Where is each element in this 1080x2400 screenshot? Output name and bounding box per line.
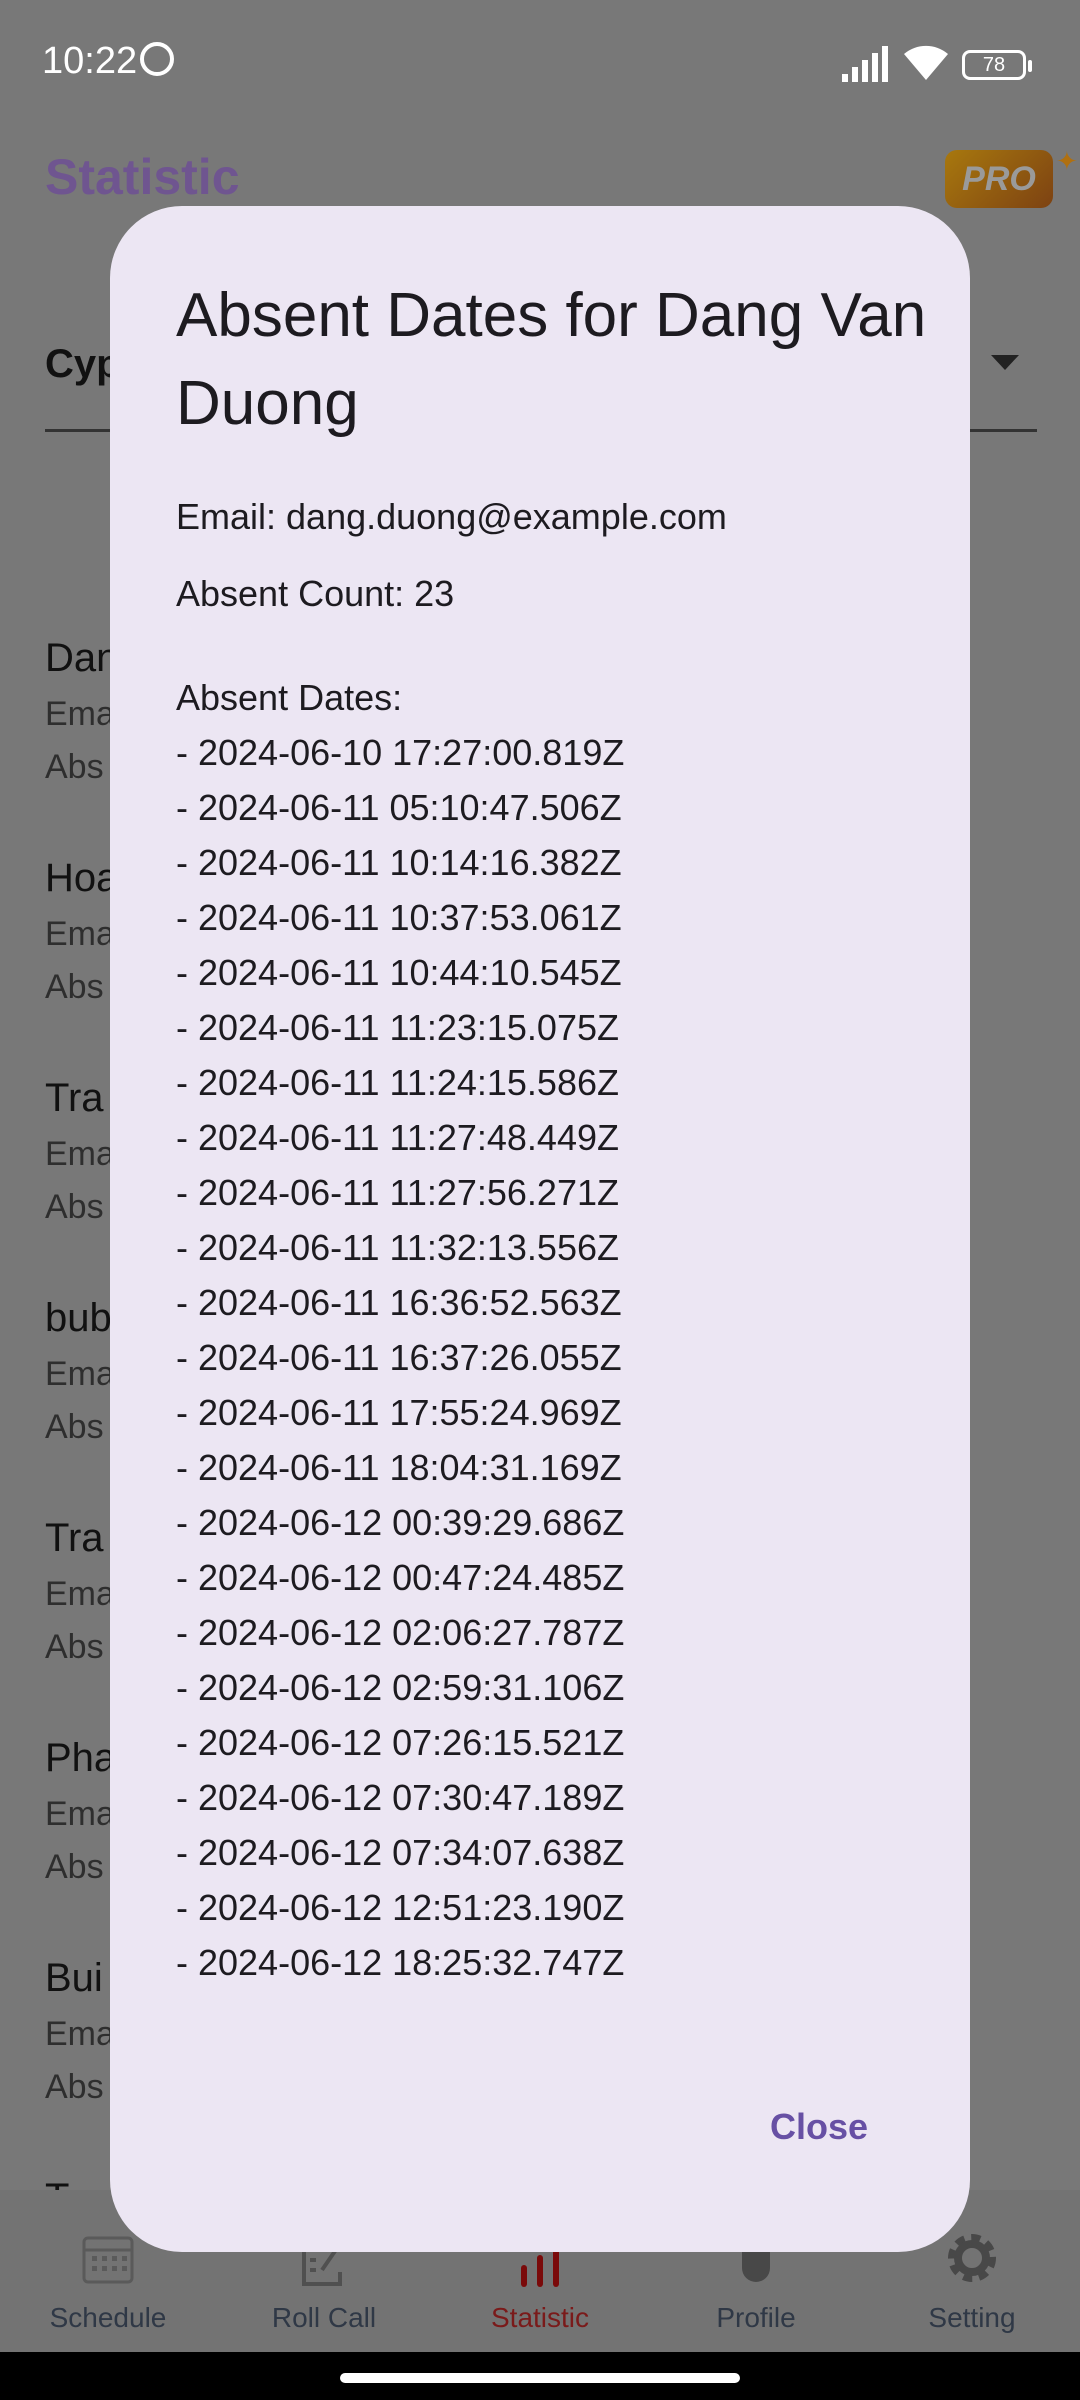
absent-date-item: - 2024-06-11 18:04:31.169Z (176, 1447, 622, 1488)
absent-dates-dialog: Absent Dates for Dang Van Duong Email: d… (110, 206, 970, 2252)
chevron-down-icon (991, 355, 1019, 370)
absent-date-item: - 2024-06-12 18:25:32.747Z (176, 1942, 625, 1983)
absent-date-item: - 2024-06-11 16:37:26.055Z (176, 1337, 622, 1378)
absent-dates-list: Absent Dates: - 2024-06-10 17:27:00.819Z… (176, 670, 624, 1990)
sparkle-icon: ✦ (1056, 146, 1078, 176)
page-title: Statistic (45, 149, 240, 205)
absent-date-item: - 2024-06-11 11:27:48.449Z (176, 1117, 619, 1158)
nav-label: Schedule (49, 2302, 167, 2333)
absent-date-item: - 2024-06-11 16:36:52.563Z (176, 1282, 622, 1323)
alarm-icon (140, 42, 174, 76)
absent-date-item: - 2024-06-11 05:10:47.506Z (176, 787, 622, 828)
gear-icon (948, 2234, 996, 2282)
status-time: 10:22 (42, 40, 138, 82)
student-email: Email: dang.duong@example.com (176, 496, 727, 537)
absent-date-item: - 2024-06-12 00:47:24.485Z (176, 1557, 625, 1598)
absent-date-item: - 2024-06-11 10:14:16.382Z (176, 842, 622, 883)
battery-indicator: 78 (962, 50, 1032, 80)
absent-date-item: - 2024-06-11 11:27:56.271Z (176, 1172, 619, 1213)
absent-date-item: - 2024-06-11 10:37:53.061Z (176, 897, 622, 938)
nav-label: Statistic (490, 2302, 590, 2333)
calendar-icon (82, 2236, 134, 2284)
absent-date-item: - 2024-06-12 02:59:31.106Z (176, 1667, 625, 1708)
absent-date-item: - 2024-06-12 02:06:27.787Z (176, 1612, 625, 1653)
absent-date-item: - 2024-06-11 11:24:15.586Z (176, 1062, 619, 1103)
nav-label: Setting (928, 2302, 1016, 2333)
dates-heading: Absent Dates: (176, 677, 403, 718)
absent-date-item: - 2024-06-11 10:44:10.545Z (176, 952, 622, 993)
absent-date-item: - 2024-06-12 07:30:47.189Z (176, 1777, 625, 1818)
absent-date-item: - 2024-06-11 17:55:24.969Z (176, 1392, 622, 1433)
dialog-title: Absent Dates for Dang Van Duong (176, 281, 927, 438)
absent-date-item: - 2024-06-12 00:39:29.686Z (176, 1502, 625, 1543)
nav-label: Roll Call (271, 2302, 377, 2333)
home-indicator[interactable] (340, 2373, 740, 2383)
signal-icon (842, 46, 888, 82)
absent-date-item: - 2024-06-12 07:34:07.638Z (176, 1832, 625, 1873)
absent-date-item: - 2024-06-11 11:23:15.075Z (176, 1007, 619, 1048)
absent-date-item: - 2024-06-12 07:26:15.521Z (176, 1722, 625, 1763)
pro-badge[interactable]: PRO (945, 150, 1053, 208)
absent-date-item: - 2024-06-11 11:32:13.556Z (176, 1227, 619, 1268)
wifi-icon (904, 45, 948, 80)
absent-date-item: - 2024-06-10 17:27:00.819Z (176, 732, 625, 773)
absent-count: Absent Count: 23 (176, 573, 455, 614)
nav-label: Profile (716, 2302, 796, 2333)
close-button[interactable]: Close (750, 2096, 888, 2158)
absent-date-item: - 2024-06-12 12:51:23.190Z (176, 1887, 625, 1928)
